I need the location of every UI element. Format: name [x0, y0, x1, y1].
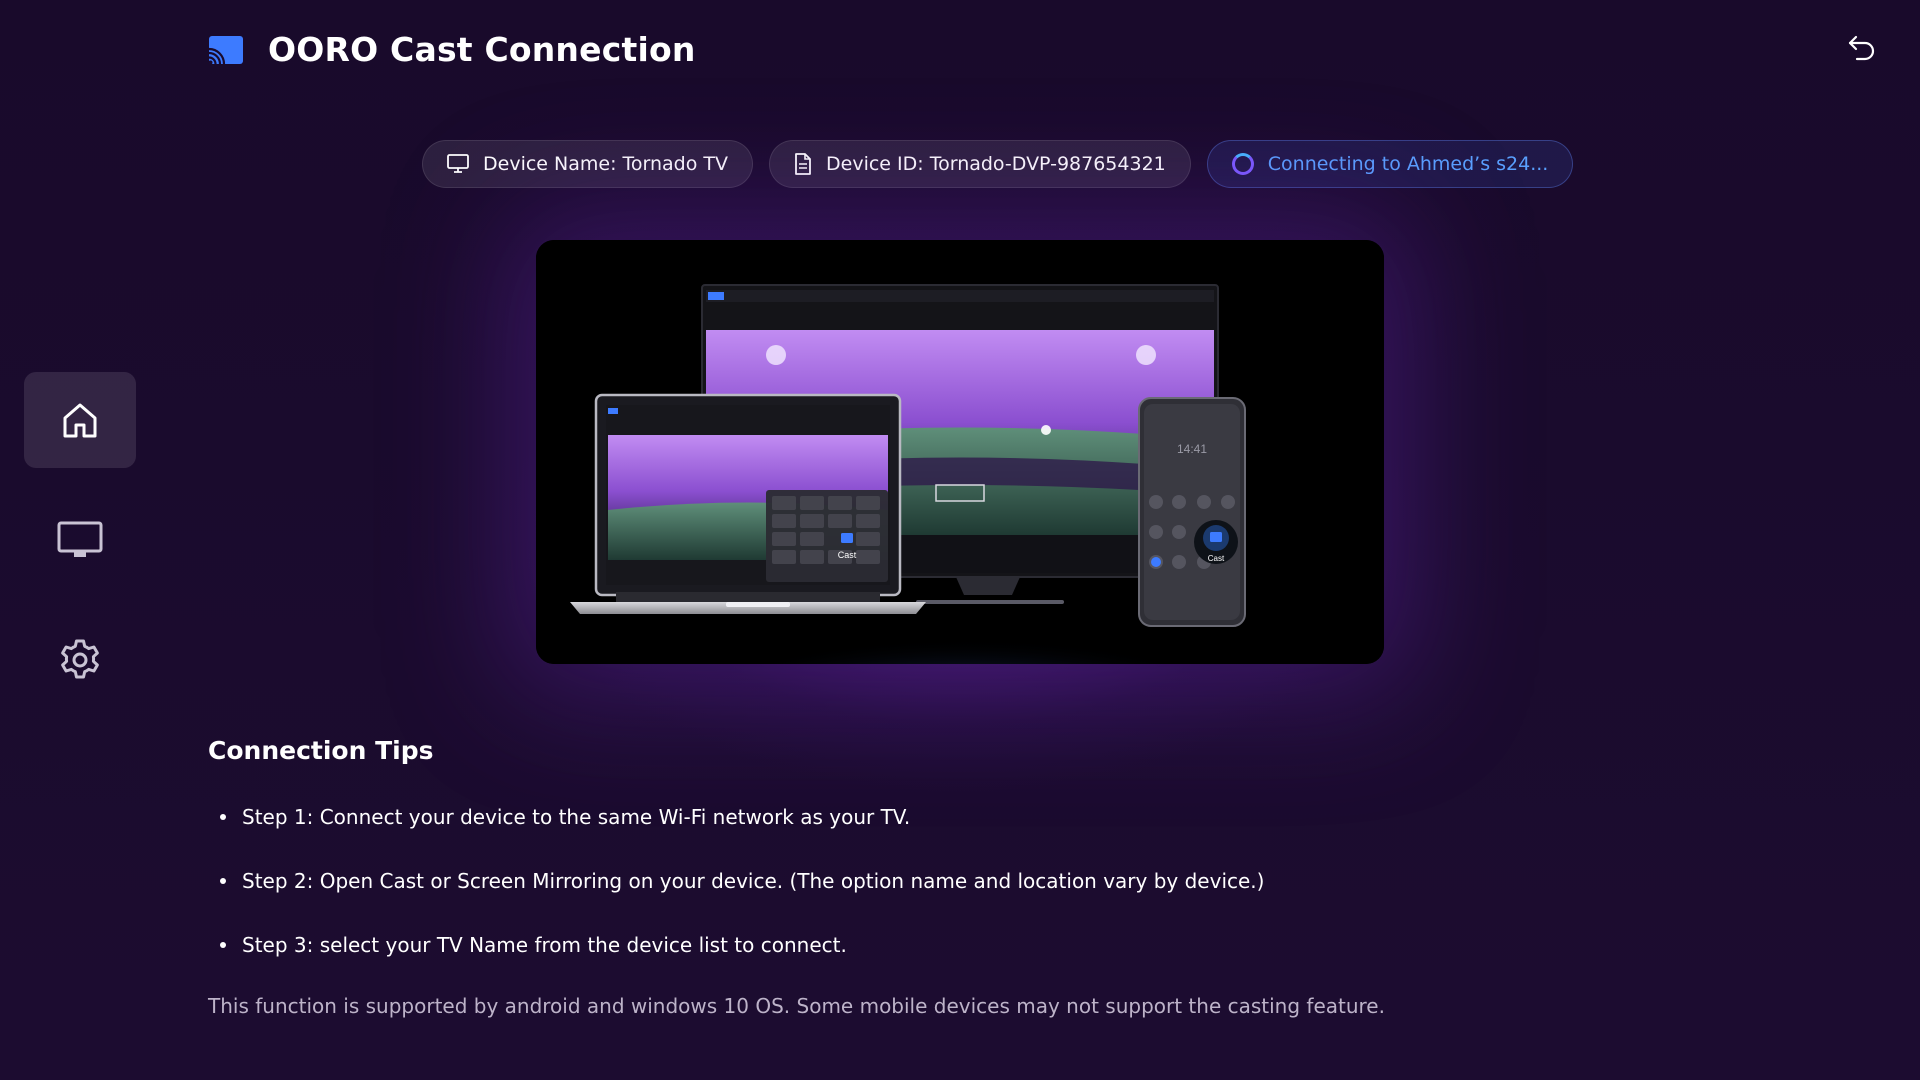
- monitor-icon: [447, 154, 469, 173]
- home-icon: [63, 403, 97, 438]
- tip-text: Step 1: Connect your device to the same …: [242, 805, 911, 829]
- bullet: [220, 814, 226, 820]
- sidebar: [24, 372, 136, 732]
- phone-mockup: 14:41 Cast: [1138, 397, 1246, 627]
- laptop-mockup: Cast: [570, 393, 926, 614]
- tip-step-2: Step 2: Open Cast or Screen Mirroring on…: [218, 864, 1264, 898]
- loading-spinner-icon: [1231, 153, 1254, 175]
- connection-status-chip[interactable]: Connecting to Ahmed’s s24...: [1206, 140, 1574, 188]
- tip-step-1: Step 1: Connect your device to the same …: [218, 800, 1264, 834]
- gear-icon: [61, 639, 99, 679]
- device-name-chip[interactable]: Device Name: Tornado TV: [422, 140, 754, 188]
- device-id-chip[interactable]: Device ID: Tornado-DVP-987654321: [769, 140, 1191, 188]
- connection-status-label: Connecting to Ahmed’s s24...: [1267, 153, 1549, 175]
- back-button[interactable]: [1842, 28, 1882, 68]
- page-title: OORO Cast Connection: [268, 30, 696, 69]
- cast-logo-icon: [208, 35, 244, 65]
- sidebar-item-home[interactable]: [24, 372, 136, 468]
- phone-cast-label: Cast: [1208, 554, 1225, 563]
- tips-list: Step 1: Connect your device to the same …: [218, 800, 1264, 992]
- bullet: [220, 942, 226, 948]
- device-name-label: Device Name: Tornado TV: [483, 153, 729, 175]
- cast-connection-screen: OORO Cast Connection Device Name: Tornad…: [0, 0, 1920, 1080]
- tips-heading: Connection Tips: [208, 736, 434, 765]
- laptop-cast-label: Cast: [838, 550, 857, 560]
- tip-step-3: Step 3: select your TV Name from the dev…: [218, 928, 1264, 962]
- support-footnote: This function is supported by android an…: [208, 994, 1385, 1018]
- tip-text: Step 3: select your TV Name from the dev…: [242, 933, 847, 957]
- back-arrow-icon: [1848, 35, 1875, 61]
- sidebar-item-tv[interactable]: [24, 492, 136, 588]
- phone-time: 14:41: [1177, 442, 1207, 456]
- bullet: [220, 878, 226, 884]
- sidebar-item-settings[interactable]: [24, 612, 136, 708]
- header: OORO Cast Connection: [208, 30, 696, 69]
- tip-text: Step 2: Open Cast or Screen Mirroring on…: [242, 869, 1265, 893]
- device-info-chips: Device Name: Tornado TV Device ID: Torna…: [422, 140, 1574, 188]
- tv-icon: [57, 521, 103, 557]
- document-icon: [795, 153, 811, 175]
- device-id-label: Device ID: Tornado-DVP-987654321: [826, 153, 1166, 175]
- casting-devices-illustration: Cast 14:41 Cast: [536, 240, 1384, 664]
